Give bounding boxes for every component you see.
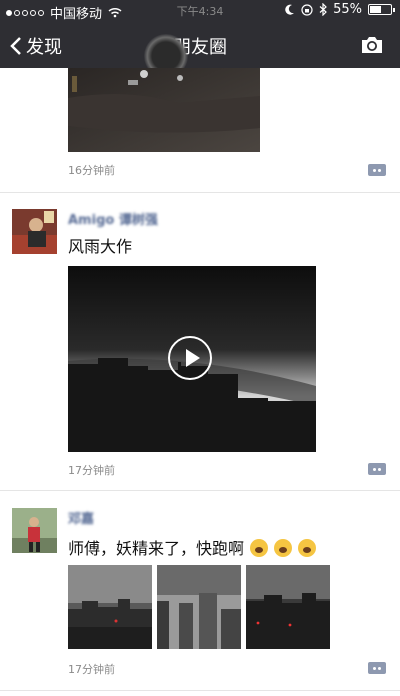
- avatar[interactable]: [12, 508, 57, 553]
- comment-icon[interactable]: [368, 662, 386, 674]
- moments-feed[interactable]: 16分钟前 Amigo 谭树强 风雨大作 17分钟前 邓嘉 师傅，妖精来了，快跑…: [0, 68, 400, 696]
- play-icon[interactable]: [168, 336, 212, 380]
- moment-post: 邓嘉 师傅，妖精来了，快跑啊 17分钟前: [0, 491, 400, 696]
- avatar[interactable]: [12, 209, 57, 254]
- post-text: 风雨大作: [68, 237, 133, 256]
- post-image[interactable]: [246, 565, 330, 649]
- post-time: 17分钟前: [68, 663, 115, 676]
- comment-icon[interactable]: [368, 463, 386, 475]
- bluetooth-icon: [319, 3, 327, 16]
- author-name[interactable]: 邓嘉: [68, 508, 94, 527]
- author-name[interactable]: Amigo 谭树强: [68, 209, 158, 228]
- video-thumbnail[interactable]: [68, 266, 316, 452]
- scream-emoji-icon: [274, 539, 293, 557]
- post-divider: [0, 690, 400, 691]
- scream-emoji-icon: [250, 539, 269, 557]
- status-right: 55%: [284, 2, 395, 17]
- moment-post: Amigo 谭树强 风雨大作 17分钟前: [0, 193, 400, 491]
- post-text: 师傅，妖精来了，快跑啊: [68, 539, 245, 558]
- post-image[interactable]: [68, 68, 260, 152]
- post-time: 17分钟前: [68, 464, 115, 477]
- post-image[interactable]: [157, 565, 241, 649]
- scream-emoji-icon: [298, 539, 317, 557]
- moon-icon: [285, 4, 295, 15]
- page-title: 朋友圈: [173, 37, 227, 58]
- lock-icon: [301, 3, 313, 16]
- battery-percent: 55%: [333, 2, 362, 17]
- post-time: 16分钟前: [68, 164, 115, 177]
- status-bar: 中国移动 下午4:34 55%: [0, 0, 400, 22]
- comment-icon[interactable]: [368, 164, 386, 176]
- post-image[interactable]: [68, 565, 152, 649]
- battery-icon: [368, 4, 395, 15]
- moment-post: 16分钟前: [0, 68, 400, 191]
- post-text-row: 师傅，妖精来了，快跑啊: [68, 535, 317, 559]
- nav-bar: 发现 朋友圈: [0, 22, 400, 78]
- camera-icon[interactable]: [360, 35, 384, 55]
